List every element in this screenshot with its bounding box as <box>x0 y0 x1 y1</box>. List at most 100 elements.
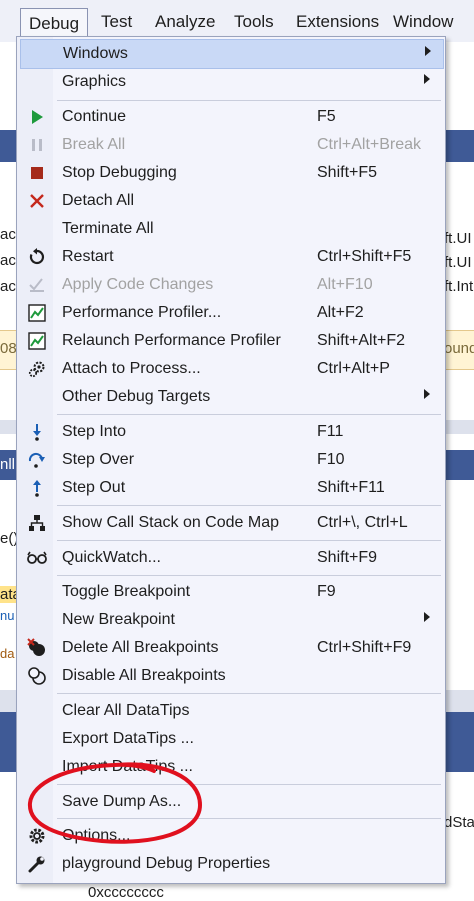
menu-item-label: Toggle Breakpoint <box>62 583 191 600</box>
menu-item-other-debug-targets[interactable]: Other Debug Targets <box>17 383 445 411</box>
menu-separator <box>57 100 441 101</box>
menu-item-shortcut: F9 <box>317 583 336 600</box>
menu-item-label: Detach All <box>62 192 135 209</box>
gears-icon <box>27 359 47 379</box>
menu-item-label: Delete All Breakpoints <box>62 639 219 656</box>
menu-item-relaunch-profiler[interactable]: Relaunch Performance Profiler Shift+Alt+… <box>17 327 445 355</box>
menu-item-shortcut: F11 <box>317 423 344 440</box>
menu-separator <box>57 540 441 541</box>
bg-text: ac <box>0 252 16 269</box>
menu-item-label: Terminate All <box>62 220 154 237</box>
menu-tools[interactable]: Tools <box>234 10 274 34</box>
menu-item-step-into[interactable]: Step Into F11 <box>17 418 445 446</box>
bg-text: ft.Int <box>444 278 474 295</box>
menu-item-performance-profiler[interactable]: Performance Profiler... Alt+F2 <box>17 299 445 327</box>
menu-window[interactable]: Window <box>393 10 453 34</box>
menu-item-apply-code-changes[interactable]: Apply Code Changes Alt+F10 <box>17 271 445 299</box>
menu-item-label: QuickWatch... <box>62 549 161 566</box>
menu-item-shortcut: Shift+F11 <box>317 479 385 496</box>
bg-text: da <box>0 646 15 661</box>
menu-item-label: Export DataTips ... <box>62 730 194 747</box>
bg-text: ac <box>0 278 16 295</box>
menu-analyze[interactable]: Analyze <box>155 10 215 34</box>
debug-menu-dropdown: Windows Graphics Continue F5 Break All C… <box>16 36 446 884</box>
close-icon <box>27 191 47 211</box>
menu-item-shortcut: Shift+F5 <box>317 164 378 181</box>
menu-item-toggle-breakpoint[interactable]: Toggle Breakpoint F9 <box>17 578 445 606</box>
menu-item-step-over[interactable]: Step Over F10 <box>17 446 445 474</box>
menu-item-terminate-all[interactable]: Terminate All <box>17 215 445 243</box>
menu-item-label: New Breakpoint <box>62 611 175 628</box>
submenu-arrow-icon <box>424 74 430 84</box>
menu-item-shortcut: Ctrl+Shift+F9 <box>317 639 412 656</box>
menu-item-label: Performance Profiler... <box>62 304 222 321</box>
menu-item-export-datatips[interactable]: Export DataTips ... <box>17 725 445 753</box>
submenu-arrow-icon <box>424 389 430 399</box>
glasses-icon <box>27 548 47 568</box>
code-map-icon <box>27 513 47 533</box>
menu-separator <box>57 414 441 415</box>
step-out-icon <box>27 478 47 498</box>
menu-item-save-dump-as[interactable]: Save Dump As... <box>17 788 445 816</box>
menu-extensions[interactable]: Extensions <box>296 10 379 34</box>
delete-breakpoints-icon <box>27 638 47 658</box>
gear-icon <box>27 826 47 846</box>
menu-item-label: Attach to Process... <box>62 360 201 377</box>
menu-separator <box>57 575 441 576</box>
step-into-icon <box>27 422 47 442</box>
bg-text: ft.UI <box>444 254 472 271</box>
menu-item-quickwatch[interactable]: QuickWatch... Shift+F9 <box>17 544 445 572</box>
pause-icon <box>27 135 47 155</box>
menu-item-restart[interactable]: Restart Ctrl+Shift+F5 <box>17 243 445 271</box>
menu-test[interactable]: Test <box>101 10 132 34</box>
menu-item-label: Break All <box>62 136 126 153</box>
submenu-arrow-icon <box>425 46 431 56</box>
menu-item-delete-all-breakpoints[interactable]: Delete All Breakpoints Ctrl+Shift+F9 <box>17 634 445 662</box>
menu-separator <box>57 784 441 785</box>
bg-text: nll <box>0 456 16 473</box>
menu-item-disable-all-breakpoints[interactable]: Disable All Breakpoints <box>17 662 445 690</box>
menu-item-options[interactable]: Options... <box>17 822 445 850</box>
menu-item-continue[interactable]: Continue F5 <box>17 103 445 131</box>
menu-item-graphics[interactable]: Graphics <box>17 68 445 96</box>
menu-item-label: Graphics <box>62 73 127 90</box>
menu-item-shortcut: Shift+F9 <box>317 549 378 566</box>
bg-text: ft.UI <box>444 230 472 247</box>
menu-item-step-out[interactable]: Step Out Shift+F11 <box>17 474 445 502</box>
step-over-icon <box>27 450 47 470</box>
menu-item-show-call-stack[interactable]: Show Call Stack on Code Map Ctrl+\, Ctrl… <box>17 509 445 537</box>
menu-item-label: Import DataTips ... <box>62 758 193 775</box>
profiler-chart-icon <box>27 303 47 323</box>
menu-separator <box>57 505 441 506</box>
menu-item-windows[interactable]: Windows <box>20 39 444 69</box>
play-icon <box>27 107 47 127</box>
stop-icon <box>27 163 47 183</box>
menu-item-stop-debugging[interactable]: Stop Debugging Shift+F5 <box>17 159 445 187</box>
bg-text: ac <box>0 226 16 243</box>
menu-item-clear-all-datatips[interactable]: Clear All DataTips <box>17 697 445 725</box>
menu-item-debug-properties[interactable]: playground Debug Properties <box>17 850 445 878</box>
bg-text: nu <box>0 608 15 623</box>
menu-item-import-datatips[interactable]: Import DataTips ... <box>17 753 445 781</box>
menu-separator <box>57 693 441 694</box>
menu-separator <box>57 818 441 819</box>
menu-debug[interactable]: Debug <box>20 8 89 39</box>
menu-item-shortcut: Ctrl+Alt+P <box>317 360 390 377</box>
menu-item-shortcut: Ctrl+Shift+F5 <box>317 248 412 265</box>
menu-item-label: Step Over <box>62 451 135 468</box>
menu-item-attach-to-process[interactable]: Attach to Process... Ctrl+Alt+P <box>17 355 445 383</box>
menu-item-break-all[interactable]: Break All Ctrl+Alt+Break <box>17 131 445 159</box>
menu-item-shortcut: Alt+F10 <box>317 276 373 293</box>
bg-text: ound <box>444 340 474 357</box>
disable-breakpoints-icon <box>27 666 47 686</box>
menu-item-label: Step Out <box>62 479 126 496</box>
menu-item-new-breakpoint[interactable]: New Breakpoint <box>17 606 445 634</box>
menu-item-detach-all[interactable]: Detach All <box>17 187 445 215</box>
menu-item-label: Continue <box>62 108 127 125</box>
restart-icon <box>27 247 47 267</box>
menu-item-label: Options... <box>62 827 131 844</box>
menu-item-label: Step Into <box>62 423 127 440</box>
menu-item-label: Clear All DataTips <box>62 702 190 719</box>
menu-item-label: Save Dump As... <box>62 793 182 810</box>
menu-item-label: Disable All Breakpoints <box>62 667 226 684</box>
